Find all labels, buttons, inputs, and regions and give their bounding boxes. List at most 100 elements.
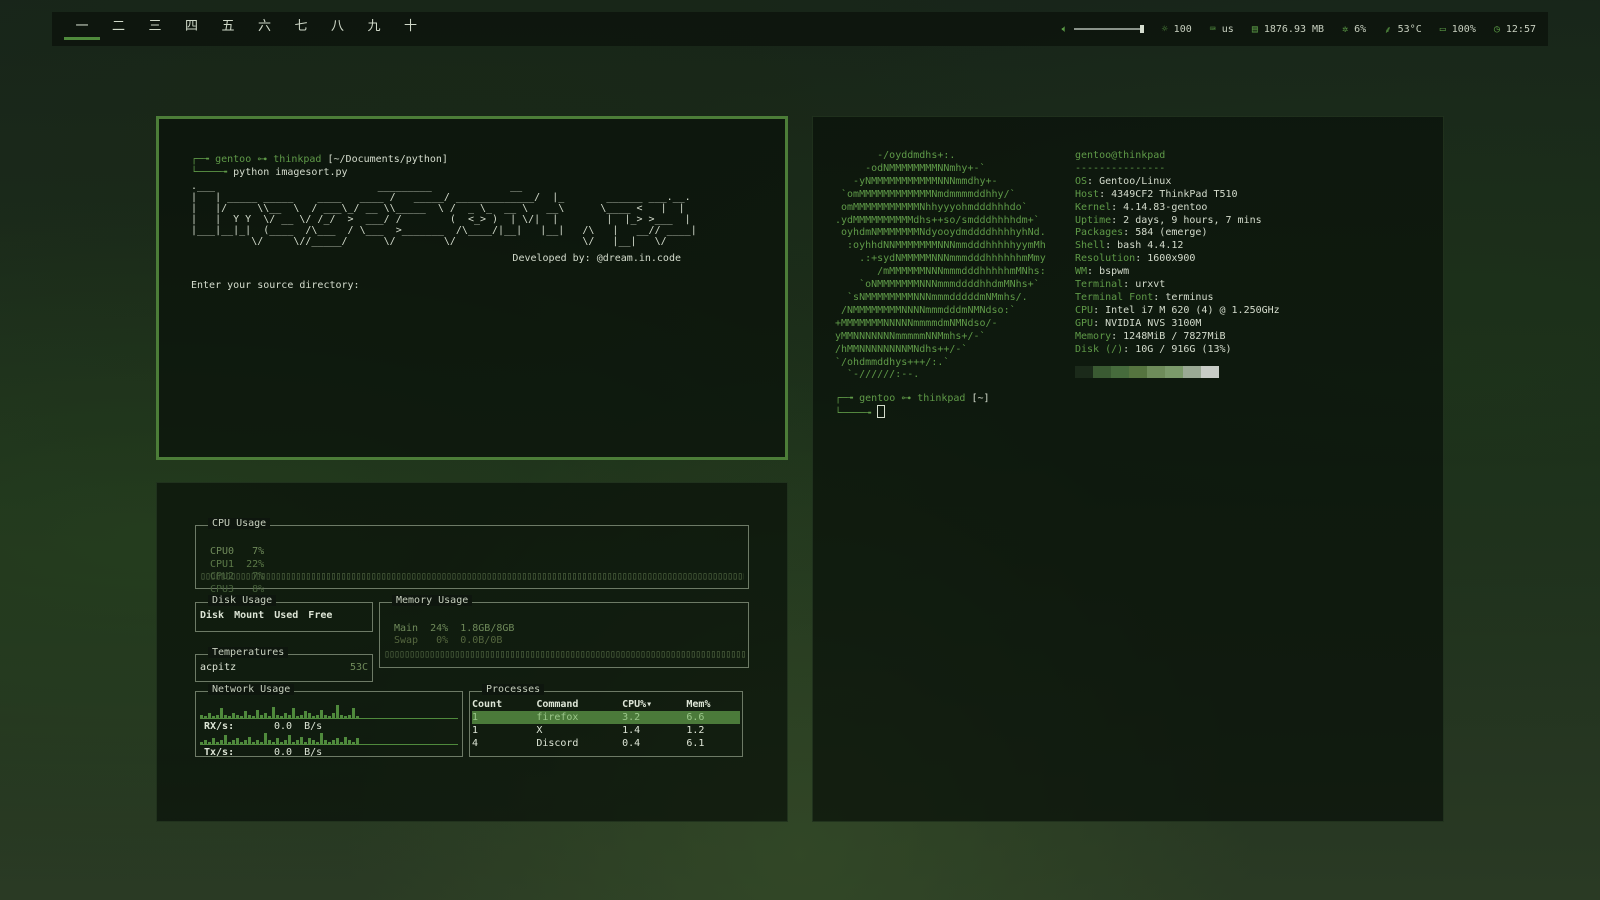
process-cell: 1 — [472, 725, 479, 736]
cursor-block — [877, 405, 886, 418]
gotop-window[interactable]: CPU Usage CPU0 7% CPU1 22% CPU2 7% CPU3 8% … — [156, 482, 788, 822]
process-cell: 6.6 — [686, 711, 740, 724]
info-value: : bash 4.4.12 — [1105, 240, 1184, 252]
cpu-usage-box: CPU Usage CPU0 7% CPU1 22% CPU2 7% CPU3 8% … — [195, 518, 749, 595]
info-row: Kernel: 4.14.83-gentoo — [1075, 202, 1280, 215]
spark-bar — [204, 740, 207, 744]
prompt-user: gentoo — [859, 393, 896, 404]
palette-swatch — [1111, 365, 1129, 378]
info-row: CPU: Intel i7 M 620 (4) @ 1.250GHz — [1075, 305, 1280, 318]
process-header-cell[interactable]: CPU%▾ — [622, 698, 686, 711]
workspace-5[interactable]: 五 — [210, 18, 246, 42]
disk-header-cell[interactable]: Free — [308, 610, 332, 621]
workspace-2[interactable]: 二 — [101, 18, 137, 42]
cpu-value: 6% — [1354, 23, 1367, 35]
process-row[interactable]: 1 X 1.4 1.2 — [472, 724, 740, 737]
spark-bar — [320, 733, 323, 744]
spark-bar — [328, 716, 331, 718]
battery-value: 100% — [1451, 23, 1476, 35]
process-header-cell[interactable]: Command — [536, 698, 622, 711]
cpu-row: CPU0 7% — [210, 546, 265, 557]
disk-header-cell[interactable]: Disk — [200, 610, 224, 621]
temperature-widget: ⸙ 53°C — [1384, 22, 1422, 37]
spark-bar — [316, 742, 319, 744]
cpu-usage-title: CPU Usage — [208, 518, 271, 529]
info-value: : 4.14.83-gentoo — [1111, 201, 1208, 213]
spark-bar — [356, 716, 359, 718]
process-cell: 3.2 — [622, 711, 687, 724]
process-cell: X — [536, 725, 543, 736]
cpu-row: CPU1 22% — [210, 558, 265, 570]
process-header-cell[interactable]: Count — [472, 698, 536, 711]
spark-bar — [340, 742, 343, 744]
memory-swap: Swap 0% 0.0B/0B — [394, 635, 503, 646]
spark-bar — [252, 716, 255, 718]
workspace-1[interactable]: 一 — [64, 18, 100, 42]
disk-header-cell[interactable]: Used — [274, 610, 298, 621]
info-key: WM — [1075, 266, 1088, 278]
info-value: : 10G / 916G (13%) — [1123, 343, 1232, 355]
workspace-10[interactable]: 十 — [393, 18, 429, 42]
spark-bar — [268, 716, 271, 718]
info-row: Memory: 1248MiB / 7827MiB — [1075, 331, 1280, 344]
source-directory-prompt[interactable]: Enter your source directory: — [191, 280, 360, 291]
spark-bar — [348, 740, 351, 744]
brightness-value: 100 — [1173, 23, 1192, 35]
workspace-4[interactable]: 四 — [174, 18, 210, 42]
info-value: : 4349CF2 ThinkPad T510 — [1099, 188, 1238, 200]
info-key: Uptime — [1075, 214, 1112, 226]
workspace-6[interactable]: 六 — [247, 18, 283, 42]
disk-header-cell[interactable]: Mount — [234, 610, 264, 621]
info-key: Packages — [1075, 227, 1124, 239]
spark-bar — [292, 708, 295, 718]
cpu-graph: ▯▯▯▯▯▯▯▯▯▯▯▯▯▯▯▯▯▯▯▯▯▯▯▯▯▯▯▯▯▯▯▯▯▯▯▯▯▯▯▯… — [200, 571, 744, 581]
process-header-cell[interactable]: Mem% — [686, 698, 740, 711]
spark-bar — [228, 716, 231, 718]
thermometer-icon: ⸙ — [1384, 25, 1392, 36]
spark-bar — [352, 708, 355, 718]
temperatures-box: Temperatures acpitz 53C — [195, 647, 373, 682]
cpu-widget: ✲ 6% — [1342, 24, 1366, 35]
process-cell: firefox — [536, 711, 623, 724]
spark-bar — [240, 742, 243, 744]
volume-knob[interactable] — [1139, 25, 1144, 33]
prompt-path: [~/Documents/python] — [327, 154, 448, 165]
prompt-block-2[interactable]: ┌─╼ gentoo ⊶ thinkpad [~] └────╼ — [835, 392, 990, 420]
spark-bar — [200, 715, 203, 718]
clock-icon: ◷ — [1493, 23, 1500, 35]
terminal-window-neofetch[interactable]: -/oyddmdhs+:. -odNMMMMMMMMNNmhy+-` -yNMM… — [812, 116, 1444, 822]
spark-bar — [296, 740, 299, 744]
spark-bar — [212, 738, 215, 744]
workspace-3[interactable]: 三 — [137, 18, 173, 42]
info-key: Shell — [1075, 240, 1106, 252]
info-key: CPU — [1075, 304, 1094, 316]
spark-bar — [284, 713, 287, 718]
workspace-7[interactable]: 七 — [283, 18, 319, 42]
terminal-window-imagesort[interactable]: ┌─╼ gentoo ⊶ thinkpad [~/Documents/pytho… — [156, 116, 788, 460]
temperatures-title: Temperatures — [208, 647, 289, 658]
spark-bar — [356, 738, 359, 744]
memory-usage-title: Memory Usage — [392, 595, 473, 606]
info-row: Resolution: 1600x900 — [1075, 253, 1280, 266]
spark-bar — [256, 710, 259, 718]
spark-bar — [244, 711, 247, 718]
cpu-icon: ✲ — [1342, 23, 1349, 35]
gentoo-logo: -/oyddmdhs+:. -odNMMMMMMMMNNmhy+-` -yNMM… — [835, 150, 1046, 381]
rx-value: 0.0 B/s — [274, 721, 323, 732]
volume-widget[interactable]: 🔈︎ — [1062, 24, 1144, 35]
process-row[interactable]: 4 Discord 0.4 6.1 — [472, 737, 740, 750]
clock-value: 12:57 — [1505, 23, 1536, 35]
spark-bar — [328, 742, 331, 744]
volume-slider[interactable] — [1073, 25, 1144, 33]
process-cell: 4 — [472, 738, 479, 749]
workspace-9[interactable]: 九 — [356, 18, 392, 42]
palette-swatch — [1201, 365, 1219, 378]
process-row[interactable]: 1 firefox 3.2 6.6 — [472, 711, 740, 724]
prompt-corner: ┌─╼ — [191, 154, 216, 165]
keyboard-layout: us — [1221, 23, 1234, 35]
info-row: Packages: 584 (emerge) — [1075, 227, 1280, 240]
spark-bar — [252, 742, 255, 744]
workspace-8[interactable]: 八 — [320, 18, 356, 42]
spark-bar — [224, 715, 227, 718]
info-value: : Gentoo/Linux — [1087, 175, 1172, 187]
